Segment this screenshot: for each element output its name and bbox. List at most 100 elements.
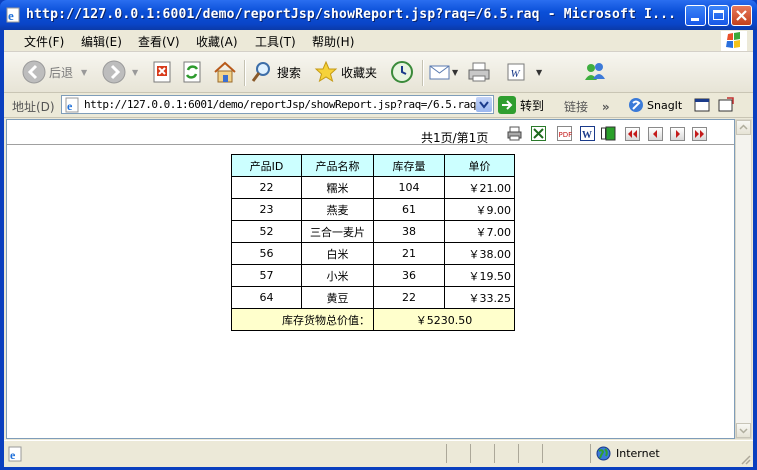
edit-button[interactable]: W ▼ [504,58,542,86]
cell-product-name: 三合一麦片 [301,220,374,243]
cell-product-name: 糯米 [301,176,374,199]
print-button[interactable] [466,58,492,86]
header-stock: 库存量 [373,154,445,177]
links-toolbar[interactable]: 链接 » [564,98,610,115]
print-report-icon[interactable] [507,126,522,141]
cell-unit-price: ￥7.00 [444,220,515,243]
messenger-button[interactable] [582,58,608,86]
svg-text:e: e [67,99,73,113]
status-panel [498,444,519,463]
home-icon [214,61,236,83]
status-panel [522,444,543,463]
next-page-icon [676,130,680,138]
back-dropdown-icon[interactable]: ▼ [81,68,87,77]
inventory-report-table: 产品ID 产品名称 库存量 单价 22 糯米 104 ￥21.00 23 燕麦 … [231,154,515,331]
status-panel [474,444,495,463]
prev-page-button[interactable] [648,127,663,141]
ie-page-icon: e [65,97,79,113]
zone-label: Internet [616,447,660,460]
chevron-up-icon [739,124,748,130]
total-label: 库存货物总价值： [231,308,374,331]
minimize-button[interactable] [685,5,706,26]
forward-dropdown-icon[interactable]: ▼ [132,68,138,77]
resize-grip[interactable] [739,453,751,465]
zone-indicator[interactable]: Internet [596,446,660,461]
snagit-button[interactable]: SnagIt [628,97,734,113]
menu-help[interactable]: 帮助(H) [312,33,354,50]
first-page-icon [628,130,637,138]
chevron-down-icon [479,101,489,109]
word-icon: W [507,63,525,81]
mail-button[interactable]: ▼ [428,58,458,86]
menu-tools[interactable]: 工具(T) [255,33,296,50]
scroll-up-button[interactable] [736,120,751,135]
toolbar-separator [422,60,424,86]
toolbar-separator [244,60,246,86]
title-bar[interactable]: e http://127.0.0.1:6001/demo/reportJsp/s… [0,0,757,30]
maximize-button[interactable] [708,5,729,26]
favorites-button[interactable]: 收藏夹 [314,58,377,86]
svg-text:e: e [8,8,14,23]
menu-file[interactable]: 文件(F) [24,33,64,50]
search-button[interactable]: 搜索 [250,58,301,86]
word-export-icon[interactable]: W [580,126,595,141]
first-page-button[interactable] [625,127,640,141]
go-button[interactable]: 转到 [498,96,544,114]
cell-product-id: 23 [231,198,302,221]
header-unit-price: 单价 [444,154,515,177]
excel-export-icon[interactable] [531,126,546,141]
resize-grip-icon [741,455,751,465]
address-input[interactable]: e http://127.0.0.1:6001/demo/reportJsp/s… [61,95,494,114]
cell-product-id: 57 [231,264,302,287]
messenger-icon [585,63,605,80]
star-icon [314,60,338,83]
back-button[interactable]: 后退 ▼ [22,58,87,86]
window-title: http://127.0.0.1:6001/demo/reportJsp/sho… [26,7,677,22]
vertical-scrollbar[interactable] [735,119,752,439]
chevron-right-icon: » [601,100,610,114]
snagit-label: SnagIt [647,98,683,112]
applet-print-icon[interactable] [601,126,616,141]
cell-unit-price: ￥19.50 [444,264,515,287]
cell-stock: 104 [373,176,445,199]
table-row: 57 小米 36 ￥19.50 [231,264,515,287]
address-dropdown-button[interactable] [476,97,492,112]
edit-dropdown-icon[interactable]: ▼ [536,68,542,77]
stop-button[interactable] [152,58,174,86]
svg-text:W: W [511,68,521,80]
cell-unit-price: ￥38.00 [444,242,515,265]
table-row: 52 三合一麦片 38 ￥7.00 [231,220,515,243]
search-label: 搜索 [277,65,302,80]
refresh-button[interactable] [182,58,204,86]
pdf-export-icon[interactable]: PDF [557,126,572,141]
total-value: ￥5230.50 [373,308,515,331]
scroll-down-button[interactable] [736,423,751,438]
close-button[interactable] [731,5,752,26]
svg-text:PDF: PDF [559,131,573,139]
table-row: 22 糯米 104 ￥21.00 [231,176,515,199]
menu-favorites[interactable]: 收藏(A) [196,33,238,50]
last-page-button[interactable] [692,127,707,141]
header-product-name: 产品名称 [301,154,374,177]
snagit-window-icon[interactable] [694,97,710,113]
cell-stock: 38 [373,220,445,243]
home-button[interactable] [212,58,238,86]
windows-logo-icon [721,31,747,51]
menu-edit[interactable]: 编辑(E) [81,33,122,50]
status-panel [450,444,471,463]
forward-button[interactable]: ▼ [102,58,138,86]
stop-icon [153,61,171,83]
history-icon [391,61,413,83]
menu-view[interactable]: 查看(V) [138,33,180,50]
cell-stock: 21 [373,242,445,265]
refresh-icon [183,61,201,83]
mail-dropdown-icon[interactable]: ▼ [452,68,458,77]
last-page-icon [695,130,704,138]
browser-window: e http://127.0.0.1:6001/demo/reportJsp/s… [0,0,757,470]
snagit-capture-icon[interactable] [718,97,734,113]
page-status-icon: e [8,446,22,462]
cell-stock: 61 [373,198,445,221]
next-page-button[interactable] [670,127,685,141]
links-label: 链接 [564,100,589,114]
history-button[interactable] [389,58,415,86]
